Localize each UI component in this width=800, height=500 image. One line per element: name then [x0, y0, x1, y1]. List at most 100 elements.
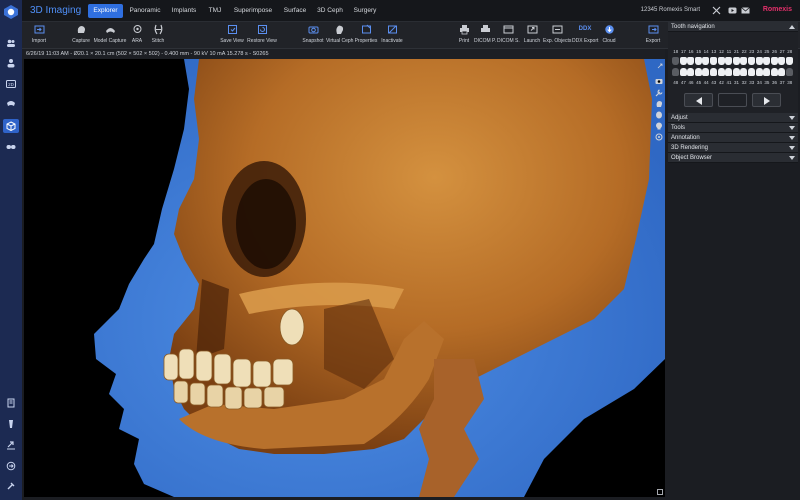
tooth-25[interactable]	[763, 57, 771, 65]
wrench-icon[interactable]	[655, 89, 663, 97]
virtual-ceph-button[interactable]: Virtual Ceph	[326, 24, 353, 48]
sidebar-person[interactable]	[3, 56, 19, 70]
tooth-17[interactable]	[679, 57, 687, 65]
tooth-34[interactable]	[755, 68, 763, 76]
adjust-header[interactable]: Adjust	[668, 113, 798, 123]
tooth-46[interactable]	[687, 68, 695, 76]
save-view-button[interactable]: Save View	[220, 24, 244, 48]
sidebar-logout[interactable]	[3, 459, 19, 473]
sidebar-tools[interactable]	[3, 479, 19, 493]
bottom-view-icon[interactable]	[655, 133, 663, 141]
sidebar-3d[interactable]	[3, 119, 19, 133]
upper-tooth-chart[interactable]	[672, 57, 794, 65]
object-browser-header[interactable]: Object Browser	[668, 153, 798, 163]
skull-view-icon[interactable]	[655, 122, 663, 130]
lower-tooth-chart[interactable]	[672, 68, 794, 76]
tooth-33[interactable]	[747, 68, 755, 76]
tooth-12[interactable]	[717, 57, 725, 65]
tab-explorer[interactable]: Explorer	[88, 4, 123, 18]
dicom-p-button[interactable]: DICOM P.	[474, 24, 496, 48]
tooth-22[interactable]	[740, 57, 748, 65]
tooth-44[interactable]	[702, 68, 710, 76]
front-view-icon[interactable]	[655, 111, 663, 119]
properties-button[interactable]: Properties	[352, 24, 380, 48]
user-info[interactable]: 12345 Romexis Smart	[641, 7, 700, 13]
tab-surface[interactable]: Surface	[280, 4, 310, 18]
tooth-41[interactable]	[725, 68, 733, 76]
save-view-icon	[227, 25, 237, 34]
tooth-42[interactable]	[717, 68, 725, 76]
stitch-button[interactable]: Stitch	[148, 24, 168, 48]
tools-header[interactable]: Tools	[668, 123, 798, 133]
tab-superimpose[interactable]: Superimpose	[230, 4, 276, 18]
mail-icon[interactable]	[741, 6, 750, 15]
sidebar-dental-arch[interactable]	[3, 97, 19, 111]
tooth-number: 46	[688, 80, 694, 85]
expand-icon	[789, 116, 795, 120]
cloud-button[interactable]: Cloud	[600, 24, 618, 48]
tooth-43[interactable]	[709, 68, 717, 76]
youtube-icon[interactable]	[728, 6, 737, 15]
tooth-28[interactable]	[785, 57, 793, 65]
resize-handle-icon[interactable]	[657, 489, 663, 495]
dicom-s-button[interactable]: DICOM S.	[497, 24, 520, 48]
tooth-27[interactable]	[778, 57, 786, 65]
sidebar-implant[interactable]	[3, 417, 19, 431]
tooth-47[interactable]	[679, 68, 687, 76]
tooth-48[interactable]	[672, 68, 679, 76]
tooth-26[interactable]	[770, 57, 778, 65]
tooth-35[interactable]	[763, 68, 771, 76]
tooth-31[interactable]	[732, 68, 740, 76]
model-capture-button[interactable]: Model Capture	[93, 24, 127, 48]
tooth-13[interactable]	[709, 57, 717, 65]
tab-panoramic[interactable]: Panoramic	[126, 4, 164, 18]
previous-tooth-button[interactable]	[684, 93, 713, 107]
inactivate-button[interactable]: Inactivate	[380, 24, 404, 48]
tab-implants[interactable]: Implants	[168, 4, 200, 18]
maximize-icon[interactable]	[657, 63, 663, 69]
tab-3d-ceph[interactable]: 3D Ceph	[314, 4, 346, 18]
3d-rendering-header[interactable]: 3D Rendering	[668, 143, 798, 153]
close-icon[interactable]	[712, 6, 721, 15]
camera-icon[interactable]	[655, 77, 663, 85]
3d-skull-render[interactable]	[24, 59, 665, 497]
tooth-23[interactable]	[747, 57, 755, 65]
annotation-header[interactable]: Annotation	[668, 133, 798, 143]
ara-button[interactable]: ARA	[129, 24, 145, 48]
side-view-icon[interactable]	[655, 100, 663, 108]
capture-button[interactable]: Capture	[71, 24, 91, 48]
tooth-15[interactable]	[694, 57, 702, 65]
tooth-38[interactable]	[785, 68, 793, 76]
tooth-21[interactable]	[732, 57, 740, 65]
ddx-export-button[interactable]: DDX DDX Export	[572, 24, 598, 48]
tooth-36[interactable]	[770, 68, 778, 76]
expand-icon	[789, 156, 795, 160]
tooth-number: 18	[673, 49, 679, 54]
3d-viewport[interactable]	[24, 59, 665, 497]
sidebar-scan[interactable]	[3, 140, 19, 154]
tooth-navigation-header[interactable]: Tooth navigation	[668, 22, 798, 32]
tooth-18[interactable]	[672, 57, 679, 65]
tooth-37[interactable]	[778, 68, 786, 76]
import-button[interactable]: Import	[28, 24, 50, 48]
next-tooth-button[interactable]	[752, 93, 781, 107]
restore-view-button[interactable]: Restore View	[246, 24, 278, 48]
launch-button[interactable]: Launch	[522, 24, 542, 48]
tab-tmj[interactable]: TMJ	[204, 4, 226, 18]
tooth-24[interactable]	[755, 57, 763, 65]
tab-surgery[interactable]: Surgery	[350, 4, 380, 18]
tooth-45[interactable]	[694, 68, 702, 76]
sidebar-export[interactable]	[3, 438, 19, 452]
sidebar-2d[interactable]: 2D	[3, 77, 19, 91]
snapshot-button[interactable]: Snapshot	[301, 24, 325, 48]
export-button[interactable]: Export	[642, 24, 664, 48]
exp-objects-button[interactable]: Exp. Objects	[543, 24, 571, 48]
sidebar-sensor[interactable]	[3, 396, 19, 410]
tooth-11[interactable]	[725, 57, 733, 65]
tooth-16[interactable]	[687, 57, 695, 65]
tooth-number-field[interactable]	[718, 93, 747, 107]
tooth-14[interactable]	[702, 57, 710, 65]
print-button[interactable]: Print	[456, 24, 472, 48]
tooth-32[interactable]	[740, 68, 748, 76]
sidebar-patients[interactable]	[3, 36, 19, 50]
